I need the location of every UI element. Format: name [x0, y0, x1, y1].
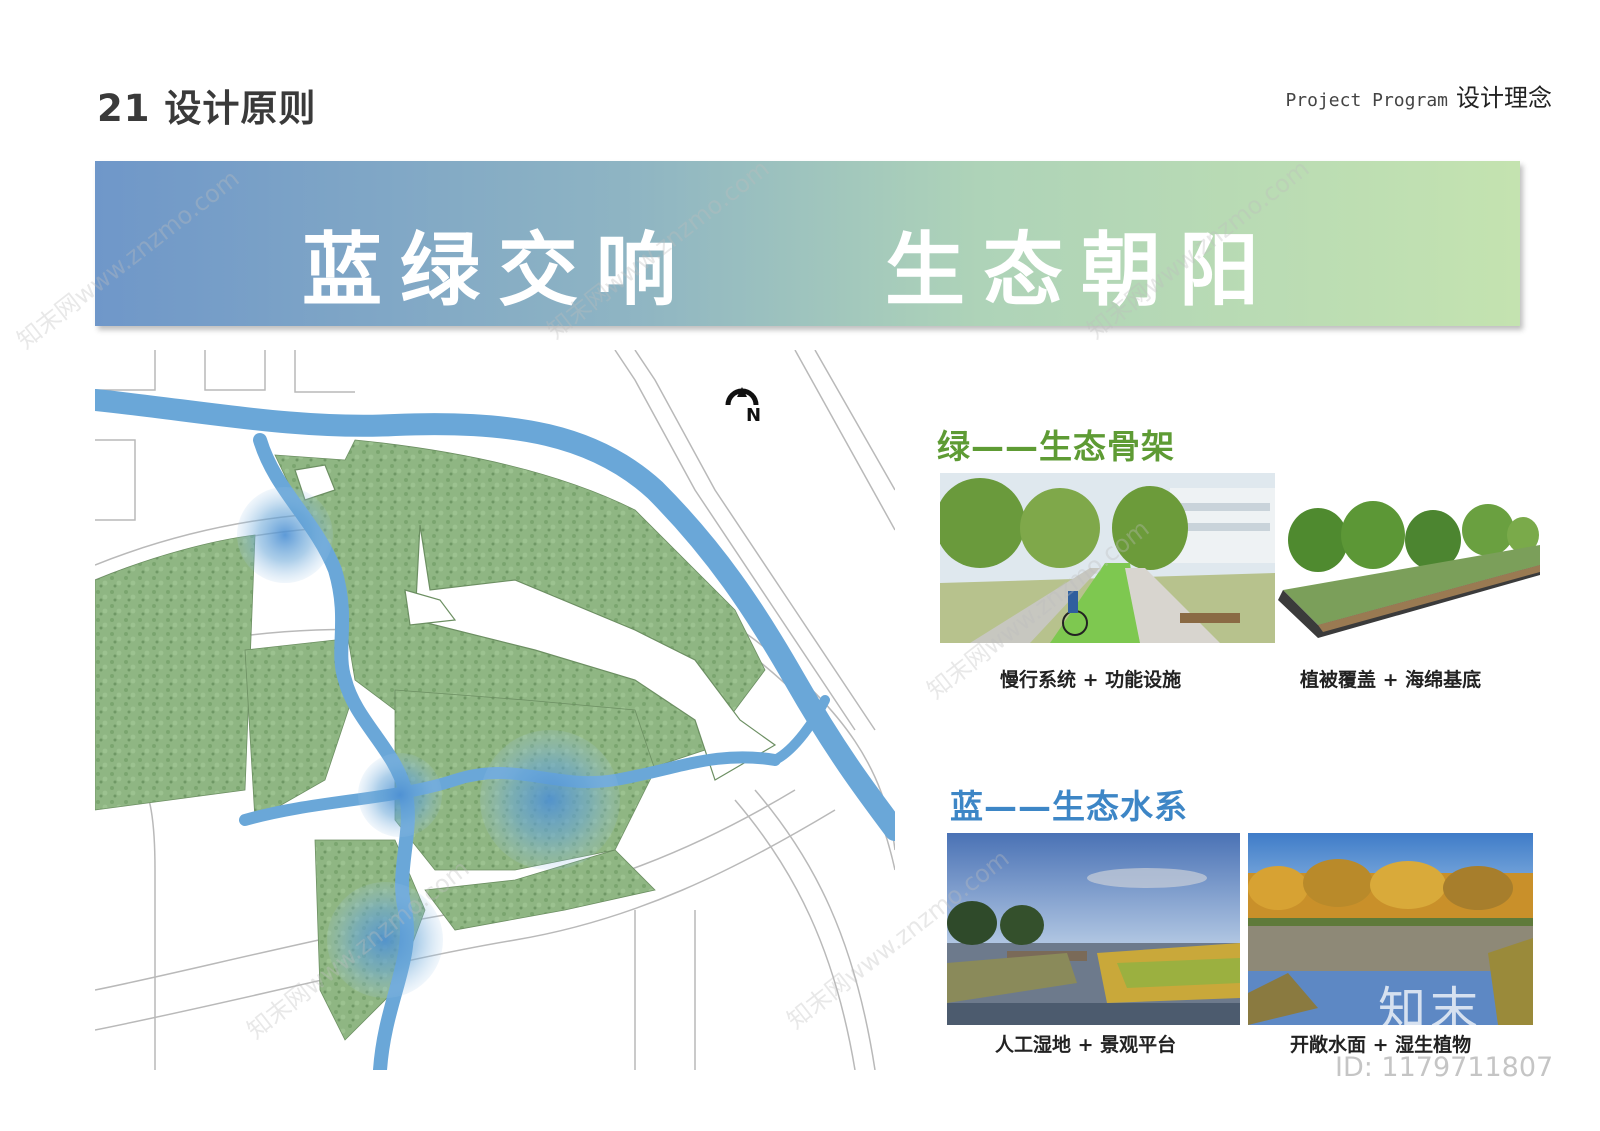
- caption-vegetation: 植被覆盖 + 海绵基底: [1300, 669, 1482, 691]
- north-label: N: [746, 405, 761, 426]
- caption-slow-traffic: 慢行系统 + 功能设施: [1000, 669, 1182, 691]
- watermark-id: ID: 1179711807: [1335, 1052, 1554, 1083]
- page-title: 21 设计原则: [97, 87, 317, 130]
- header-right: Project Program 设计理念: [1285, 78, 1552, 113]
- north-arrow-icon: N: [725, 387, 761, 426]
- watermark-logo: 知末: [1378, 982, 1483, 1038]
- green-section-heading: 绿——生态骨架: [937, 427, 1175, 466]
- banner-left-text: 蓝绿交响: [302, 224, 694, 317]
- caption-wetland: 人工湿地 + 景观平台: [995, 1034, 1177, 1056]
- photo-wetland: [947, 833, 1240, 1025]
- banner-right-text: 生态朝阳: [885, 224, 1277, 317]
- title-banner: 蓝绿交响 生态朝阳: [95, 161, 1520, 326]
- header-subtitle-cn: 设计理念: [1456, 84, 1552, 112]
- photo-vegetation: [1278, 490, 1540, 645]
- photo-slow-traffic: [940, 473, 1275, 643]
- header-subtitle-en: Project Program: [1285, 90, 1448, 111]
- site-plan-map: N: [95, 350, 895, 1070]
- blue-section-heading: 蓝——生态水系: [950, 787, 1188, 826]
